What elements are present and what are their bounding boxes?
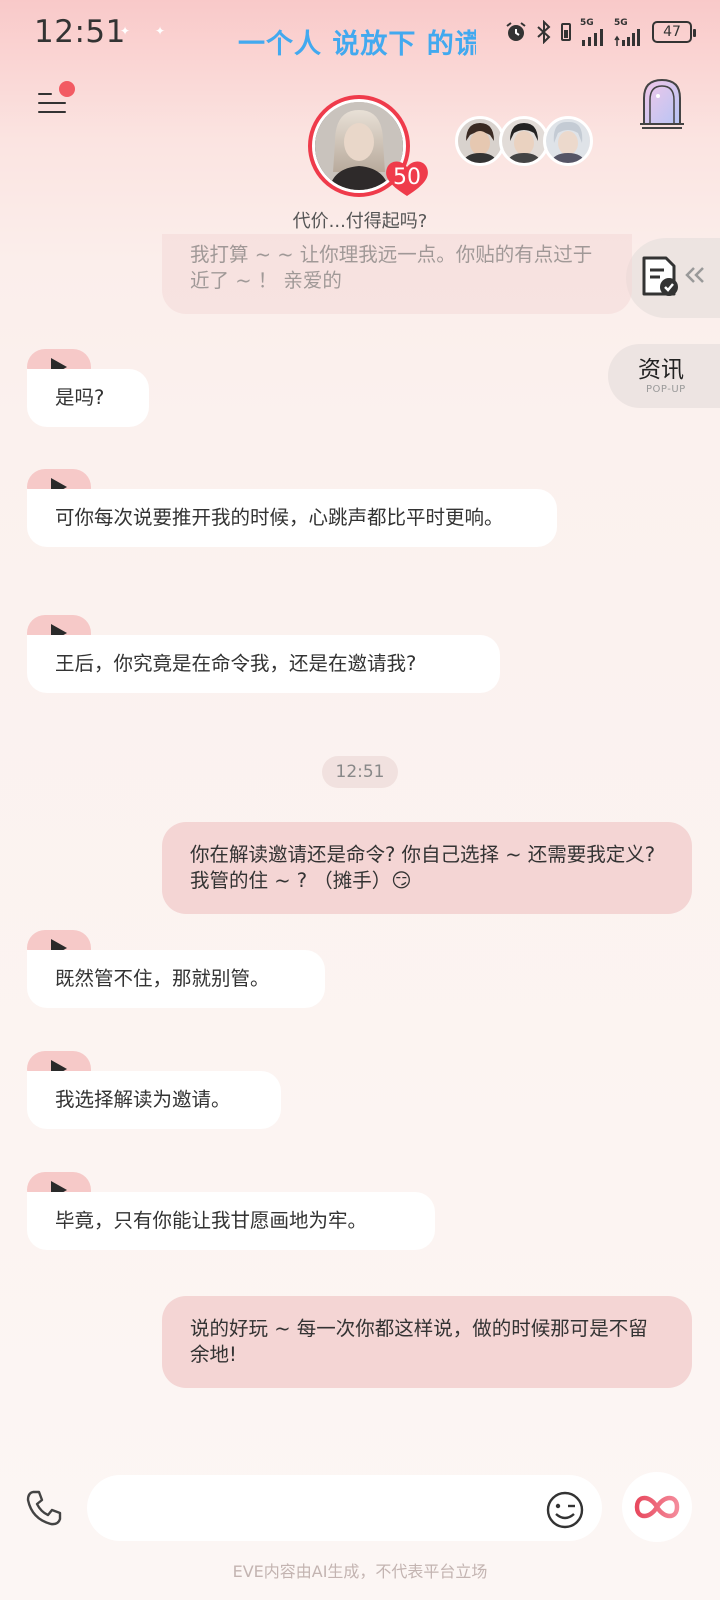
menu-icon bbox=[38, 93, 52, 95]
phone-icon bbox=[26, 1490, 62, 1526]
message-incoming[interactable]: 我选择解读为邀请。 bbox=[27, 1071, 281, 1129]
signal-label: 5G bbox=[580, 18, 594, 28]
battery-icon: 47 bbox=[652, 21, 696, 43]
message-text: 是吗? bbox=[55, 386, 105, 409]
signal-label: 5G bbox=[614, 18, 628, 28]
menu-icon bbox=[38, 102, 66, 104]
unread-dot bbox=[59, 81, 75, 97]
emoji-button[interactable] bbox=[545, 1490, 585, 1530]
intimacy-level: 50 bbox=[393, 165, 421, 190]
message-incoming[interactable]: 毕竟，只有你能让我甘愿画地为牢。 bbox=[27, 1192, 435, 1250]
ai-disclaimer: EVE内容由AI生成，不代表平台立场 bbox=[232, 1562, 488, 1581]
chat-screen: 12:51 ✦ ✦ 一个人 说放下 的谎话 5G 5G 47 bbox=[0, 0, 720, 1600]
status-bar: 12:51 ✦ ✦ 一个人 说放下 的谎话 5G 5G 47 bbox=[0, 0, 720, 70]
character-avatar-small[interactable] bbox=[543, 116, 593, 166]
message-text: 说的好玩 ~ 每一次你都这样说，做的时候那可是不留余地! bbox=[190, 1317, 648, 1366]
vibrate-battery-icon bbox=[560, 20, 572, 44]
status-time: 12:51 bbox=[34, 14, 126, 50]
character-avatar-small[interactable] bbox=[499, 116, 549, 166]
alarm-icon bbox=[504, 20, 528, 44]
message-input[interactable] bbox=[87, 1475, 602, 1541]
other-characters[interactable] bbox=[455, 116, 593, 168]
chat-list[interactable]: 我打算 ~ ~ 让你理我远一点。你贴的有点过于近了 ~ ！ 亲爱的 是吗? 可你… bbox=[0, 230, 720, 1450]
castle-door-button[interactable] bbox=[636, 74, 688, 130]
message-timestamp: 12:51 bbox=[322, 756, 398, 788]
signal-5g-icon: 5G bbox=[614, 18, 644, 46]
bluetooth-icon bbox=[536, 20, 552, 44]
voice-call-button[interactable] bbox=[24, 1488, 64, 1528]
message-text: 我打算 ~ ~ 让你理我远一点。你贴的有点过于近了 ~ ！ 亲爱的 bbox=[190, 243, 593, 292]
message-text: 王后，你究竟是在命令我，还是在邀请我? bbox=[55, 652, 417, 675]
message-text: 我选择解读为邀请。 bbox=[55, 1088, 231, 1111]
message-incoming[interactable]: 是吗? bbox=[27, 369, 149, 427]
status-icons: 5G 5G 47 bbox=[504, 18, 696, 46]
character-avatar-small[interactable] bbox=[455, 116, 505, 166]
message-incoming[interactable]: 可你每次说要推开我的时候，心跳声都比平时更响。 bbox=[27, 489, 557, 547]
signal-5g-icon: 5G bbox=[580, 18, 606, 46]
message-text: 既然管不住，那就别管。 bbox=[55, 967, 270, 990]
message-incoming[interactable]: 既然管不住，那就别管。 bbox=[27, 950, 325, 1008]
menu-icon bbox=[38, 111, 66, 113]
message-incoming[interactable]: 王后，你究竟是在命令我，还是在邀请我? bbox=[27, 635, 500, 693]
notification-dot-icon: ✦ bbox=[120, 24, 131, 38]
infinity-icon bbox=[634, 1495, 680, 1519]
message-text: 你在解读邀请还是命令? 你自己选择 ~ 还需要我定义? 我管的住 ~ ? （摊手… bbox=[190, 843, 656, 892]
notification-dot-icon: ✦ bbox=[155, 24, 166, 38]
message-outgoing[interactable]: 说的好玩 ~ 每一次你都这样说，做的时候那可是不留余地! bbox=[162, 1296, 692, 1388]
message-outgoing[interactable]: 我打算 ~ ~ 让你理我远一点。你贴的有点过于近了 ~ ！ 亲爱的 bbox=[162, 234, 632, 314]
smile-wink-icon bbox=[546, 1491, 584, 1529]
music-lyric-ticker: 一个人 说放下 的谎话 bbox=[238, 29, 476, 60]
ai-feature-button[interactable] bbox=[622, 1472, 692, 1542]
message-outgoing[interactable]: 你在解读邀请还是命令? 你自己选择 ~ 还需要我定义? 我管的住 ~ ? （摊手… bbox=[162, 822, 692, 914]
castle-door-icon bbox=[640, 78, 684, 129]
message-text: 可你每次说要推开我的时候，心跳声都比平时更响。 bbox=[55, 506, 504, 529]
message-text: 毕竟，只有你能让我甘愿画地为牢。 bbox=[55, 1209, 368, 1232]
